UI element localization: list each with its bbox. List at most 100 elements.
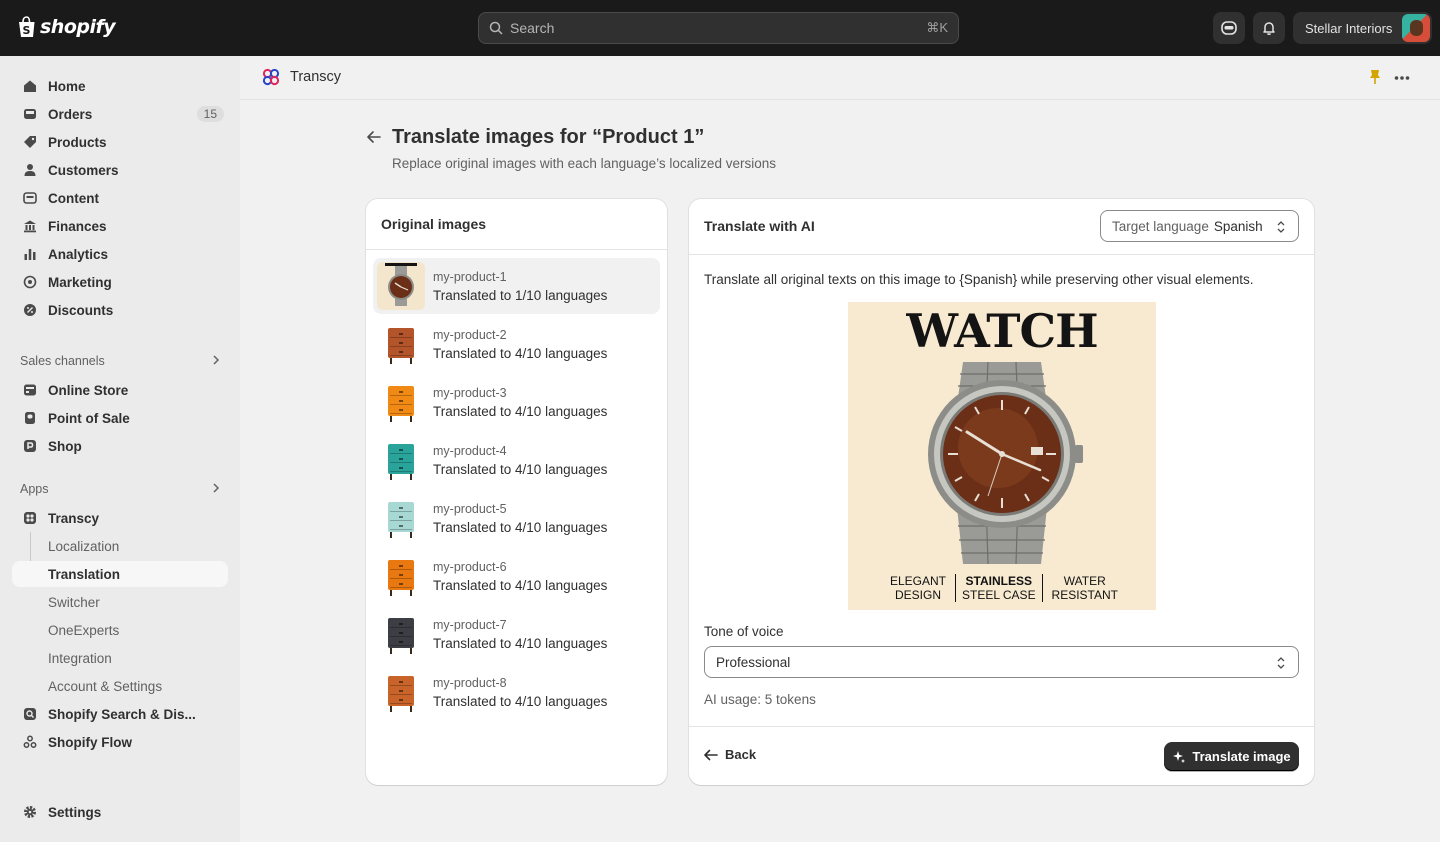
sidebar-item-marketing[interactable]: Marketing: [12, 268, 228, 296]
original-images-card: Original images my-product-1 Translated t…: [366, 199, 667, 785]
product-thumbnail: [377, 378, 425, 426]
shopify-logo[interactable]: S shopify: [16, 16, 116, 38]
sidebar-item-label: Online Store: [48, 382, 129, 398]
sidebar-sub-switcher[interactable]: Switcher: [12, 589, 228, 615]
image-list-item-text: my-product-2 Translated to 4/10 languages: [433, 326, 607, 363]
image-name: my-product-7: [433, 617, 507, 632]
sidebar-item-finances[interactable]: Finances: [12, 212, 228, 240]
sidebar-item-customers[interactable]: Customers: [12, 156, 228, 184]
image-list-item-text: my-product-4 Translated to 4/10 languages: [433, 442, 607, 479]
product-thumbnail: [377, 668, 425, 716]
target-language-select[interactable]: Target language Spanish: [1100, 210, 1299, 242]
sidebar-item-label: Products: [48, 134, 107, 150]
image-name: my-product-4: [433, 443, 507, 458]
discount-icon: [22, 302, 38, 318]
sidebar-item-online-store[interactable]: Online Store: [12, 376, 228, 404]
sidebar-item-settings[interactable]: Settings: [12, 798, 228, 826]
translation-status: Translated to 4/10 languages: [433, 635, 608, 651]
apps-label: Apps: [20, 482, 49, 496]
sparkle-icon: [1173, 750, 1186, 763]
search-bar[interactable]: Search ⌘K: [478, 12, 959, 44]
divider: [366, 249, 667, 250]
image-list-item-text: my-product-7 Translated to 4/10 languages: [433, 616, 607, 653]
sidebar-sub-account-settings[interactable]: Account & Settings: [12, 673, 228, 699]
sidebar-sub-localization[interactable]: Localization: [12, 533, 228, 559]
transcy-logo-icon: [262, 68, 280, 86]
sidebar-item-products[interactable]: Products: [12, 128, 228, 156]
sidebar-item-label: Finances: [48, 218, 107, 234]
product-thumbnail: [377, 552, 425, 600]
store-menu-button[interactable]: Stellar Interiors: [1293, 12, 1432, 44]
search-placeholder: Search: [510, 20, 555, 36]
sidebar-item-shopify-flow[interactable]: Shopify Flow: [12, 728, 228, 756]
feature-1: ELEGANT DESIGN: [884, 574, 952, 602]
sidebar-item-shopify-search[interactable]: Shopify Search & Dis...: [12, 700, 228, 728]
sales-channels-header[interactable]: Sales channels: [20, 354, 220, 368]
image-name: my-product-5: [433, 501, 507, 516]
search-app-icon: [22, 706, 38, 722]
sidebar-item-analytics[interactable]: Analytics: [12, 240, 228, 268]
image-list-item[interactable]: my-product-2 Translated to 4/10 languages: [373, 316, 660, 372]
product-thumbnail: [377, 610, 425, 658]
svg-text:S: S: [23, 24, 31, 37]
tone-of-voice-select[interactable]: Professional: [704, 646, 1299, 678]
image-list-item[interactable]: my-product-6 Translated to 4/10 languages: [373, 548, 660, 604]
divider: [689, 726, 1314, 727]
flow-icon: [22, 734, 38, 750]
image-list-item-text: my-product-6 Translated to 4/10 languages: [433, 558, 607, 595]
home-icon: [22, 78, 38, 94]
translate-image-button[interactable]: Translate image: [1164, 742, 1299, 771]
feature-1-line-1: ELEGANT: [890, 574, 947, 588]
translate-image-label: Translate image: [1192, 749, 1291, 764]
back-button[interactable]: Back: [703, 747, 756, 762]
feature-1-line-2: DESIGN: [895, 588, 942, 602]
sidebar-item-transcy[interactable]: Transcy: [12, 504, 228, 532]
image-list-item-text: my-product-8 Translated to 4/10 languages: [433, 674, 607, 711]
more-actions-icon[interactable]: [1394, 70, 1410, 89]
sidekick-button[interactable]: [1213, 12, 1245, 44]
shopify-wordmark: shopify: [40, 16, 116, 38]
select-chevron-icon: [1277, 221, 1285, 233]
translation-status: Translated to 4/10 languages: [433, 403, 608, 419]
pin-icon[interactable]: [1368, 69, 1382, 88]
divider: [689, 254, 1314, 255]
sidebar-sub-oneexperts[interactable]: OneExperts: [12, 617, 228, 643]
feature-3: WATER RESISTANT: [1046, 574, 1124, 602]
image-list-item[interactable]: my-product-7 Translated to 4/10 languages: [373, 606, 660, 662]
sidebar-item-content[interactable]: Content: [12, 184, 228, 212]
image-list-item[interactable]: my-product-1 Translated to 1/10 languages: [373, 258, 660, 314]
sidebar-item-point-of-sale[interactable]: Point of Sale: [12, 404, 228, 432]
gear-icon: [22, 804, 38, 820]
sidebar-item-label: Content: [48, 190, 99, 206]
image-list-item[interactable]: my-product-8 Translated to 4/10 languages: [373, 664, 660, 720]
back-arrow-icon[interactable]: [365, 128, 383, 146]
sidebar-item-home[interactable]: Home: [12, 72, 228, 100]
image-list-item[interactable]: my-product-5 Translated to 4/10 languages: [373, 490, 660, 546]
translation-status: Translated to 4/10 languages: [433, 461, 608, 477]
sidebar-item-discounts[interactable]: Discounts: [12, 296, 228, 324]
app-title[interactable]: Transcy: [262, 68, 341, 86]
image-name: my-product-1: [433, 269, 507, 284]
sidebar-item-label: Home: [48, 78, 86, 94]
image-list-item-text: my-product-3 Translated to 4/10 languages: [433, 384, 607, 421]
notifications-button[interactable]: [1253, 12, 1285, 44]
image-list-item[interactable]: my-product-3 Translated to 4/10 languages: [373, 374, 660, 430]
sidebar-sub-integration[interactable]: Integration: [12, 645, 228, 671]
tone-of-voice-label: Tone of voice: [704, 624, 784, 639]
feature-2-line-1: STAINLESS: [965, 574, 1032, 588]
sidebar-item-orders[interactable]: Orders 15: [12, 100, 228, 128]
product-thumbnail: [377, 494, 425, 542]
sidebar-item-shop[interactable]: Shop: [12, 432, 228, 460]
sidebar-item-label: Point of Sale: [48, 410, 130, 426]
apps-header[interactable]: Apps: [20, 482, 220, 496]
sidebar-sub-translation[interactable]: Translation: [12, 561, 228, 587]
product-thumbnail: [377, 436, 425, 484]
tone-of-voice-value: Professional: [716, 654, 791, 670]
sidebar-item-label: Discounts: [48, 302, 114, 318]
dresser-thumbnail: [388, 502, 414, 532]
page-title: Translate images for “Product 1”: [392, 126, 705, 148]
sidebar: Home Orders 15 Products Customers Conten…: [0, 56, 240, 842]
image-name: my-product-6: [433, 559, 507, 574]
image-list-item[interactable]: my-product-4 Translated to 4/10 languages: [373, 432, 660, 488]
card-title: Translate with AI: [704, 218, 815, 234]
